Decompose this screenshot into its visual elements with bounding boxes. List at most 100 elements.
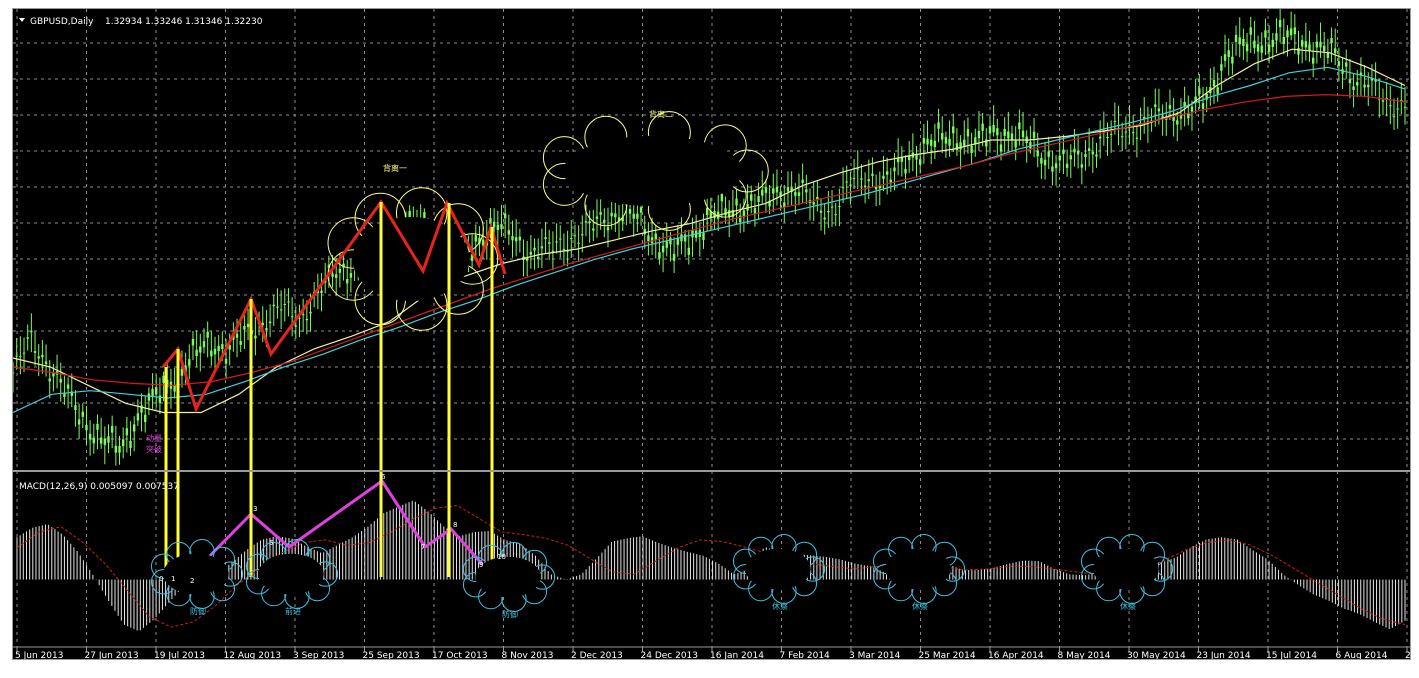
candle-body (1062, 149, 1065, 155)
x-tick-label: 7 Feb 2014 (780, 651, 831, 659)
macd-point-label: 3 (253, 505, 257, 513)
candle-body (632, 213, 635, 219)
candle-body (639, 207, 643, 213)
candle-body (1322, 45, 1326, 52)
candle-body (871, 173, 874, 176)
candle-body (1087, 148, 1091, 151)
candle-body (44, 361, 48, 365)
candle-body (1334, 48, 1337, 54)
candle-body (22, 352, 26, 354)
x-tick-label: 16 Jan 2014 (710, 651, 764, 659)
candle-body (103, 438, 107, 445)
candle-body (1300, 40, 1304, 47)
macd-label: MACD(12,26,9) 0.005097 0.007537 (19, 482, 179, 492)
candle-body (845, 181, 848, 183)
dropdown-triangle-icon[interactable] (19, 18, 25, 22)
candle-body (548, 242, 551, 244)
candle-body (1271, 39, 1274, 48)
candle-body (331, 273, 334, 277)
candle-body (1223, 54, 1227, 61)
macd-cloud-label: 休察 (772, 601, 788, 611)
macd-cloud-label: 防御 (190, 606, 206, 616)
candle-body (1128, 124, 1131, 126)
candle-body (941, 133, 944, 140)
candle-body (584, 221, 588, 223)
macd-cloud-label: 休察 (1120, 601, 1136, 611)
candle-body (610, 212, 613, 217)
annotations-overlay: 背离一 背离二动量突破防御 前进 防御 休察 休察 休察 0 1 2 3 5 6 7 8 9 10 (146, 109, 1174, 619)
candle-body (1187, 113, 1190, 119)
candle-body (801, 179, 804, 184)
candle-body (999, 144, 1003, 152)
candle-body (1007, 131, 1010, 139)
candle-body (577, 242, 580, 244)
candle-body (217, 345, 220, 352)
candle-body (988, 126, 992, 134)
candle-body (628, 208, 632, 214)
candle-body (1231, 56, 1234, 64)
candle-body (37, 356, 40, 359)
candle-body (1356, 82, 1359, 86)
candle-body (533, 247, 536, 251)
candle-body (110, 426, 114, 433)
candle-body (155, 387, 158, 395)
candle-body (1345, 62, 1348, 67)
cloud-fill (475, 556, 541, 598)
candle-body (959, 142, 962, 150)
candle-body (294, 325, 298, 327)
candle-body (52, 373, 55, 377)
candle-body (529, 251, 533, 255)
candle-body (1076, 150, 1080, 155)
candle-body (948, 138, 951, 146)
candle-body (338, 268, 342, 273)
candle-body (1080, 164, 1083, 168)
candle-body (750, 194, 753, 201)
candle-body (1054, 163, 1058, 169)
candle-body (511, 236, 514, 241)
candle-body (1095, 154, 1098, 157)
candle-body (775, 187, 779, 193)
candle-body (26, 337, 29, 339)
header-label: GBPUSD,Daily 1.32934 1.33246 1.31346 1.3… (19, 17, 263, 27)
candle-body (1014, 140, 1017, 148)
candle-body (13, 372, 15, 374)
chart-canvas[interactable]: 背离一 背离二动量突破防御 前进 防御 休察 休察 休察 0 1 2 3 5 6 7 8 9 10 GBPUSD… (13, 9, 1410, 659)
macd-point-label: 1 (171, 575, 175, 583)
candle-body (1249, 27, 1252, 35)
candle-body (1348, 79, 1352, 83)
x-tick-label: 8 Nov 2013 (502, 651, 554, 659)
candle-body (1242, 38, 1245, 47)
candle-body (1389, 105, 1392, 107)
cloud-fill (885, 548, 951, 590)
candle-body (1113, 121, 1117, 123)
candle-body (290, 316, 294, 318)
candle-body (636, 213, 639, 219)
candle-body (1032, 131, 1036, 138)
candle-body (1363, 84, 1366, 88)
candle-body (1392, 116, 1396, 118)
macd-point-label: 0 (159, 575, 163, 583)
candle-body (279, 309, 283, 311)
candle-body (41, 354, 44, 358)
candle-body (1040, 157, 1043, 164)
candle-body (66, 384, 70, 389)
candle-body (96, 423, 99, 430)
candle-body (966, 129, 970, 137)
candle-body (1260, 45, 1263, 53)
candle-body (221, 344, 224, 350)
candle-body (349, 273, 353, 278)
candle-body (1190, 106, 1194, 112)
candle-body (213, 348, 217, 355)
candle-body (195, 349, 198, 357)
candle-body (562, 248, 566, 250)
candle-body (1267, 44, 1271, 52)
candle-body (30, 330, 33, 333)
candle-body (503, 213, 507, 219)
cloud-fill (745, 548, 811, 590)
candle-body (658, 252, 661, 259)
x-tick-label: 27 Jun 2013 (85, 651, 139, 659)
candle-body (125, 428, 129, 436)
candle-body (893, 167, 896, 172)
candle-body (794, 191, 797, 196)
candle-body (764, 187, 768, 193)
